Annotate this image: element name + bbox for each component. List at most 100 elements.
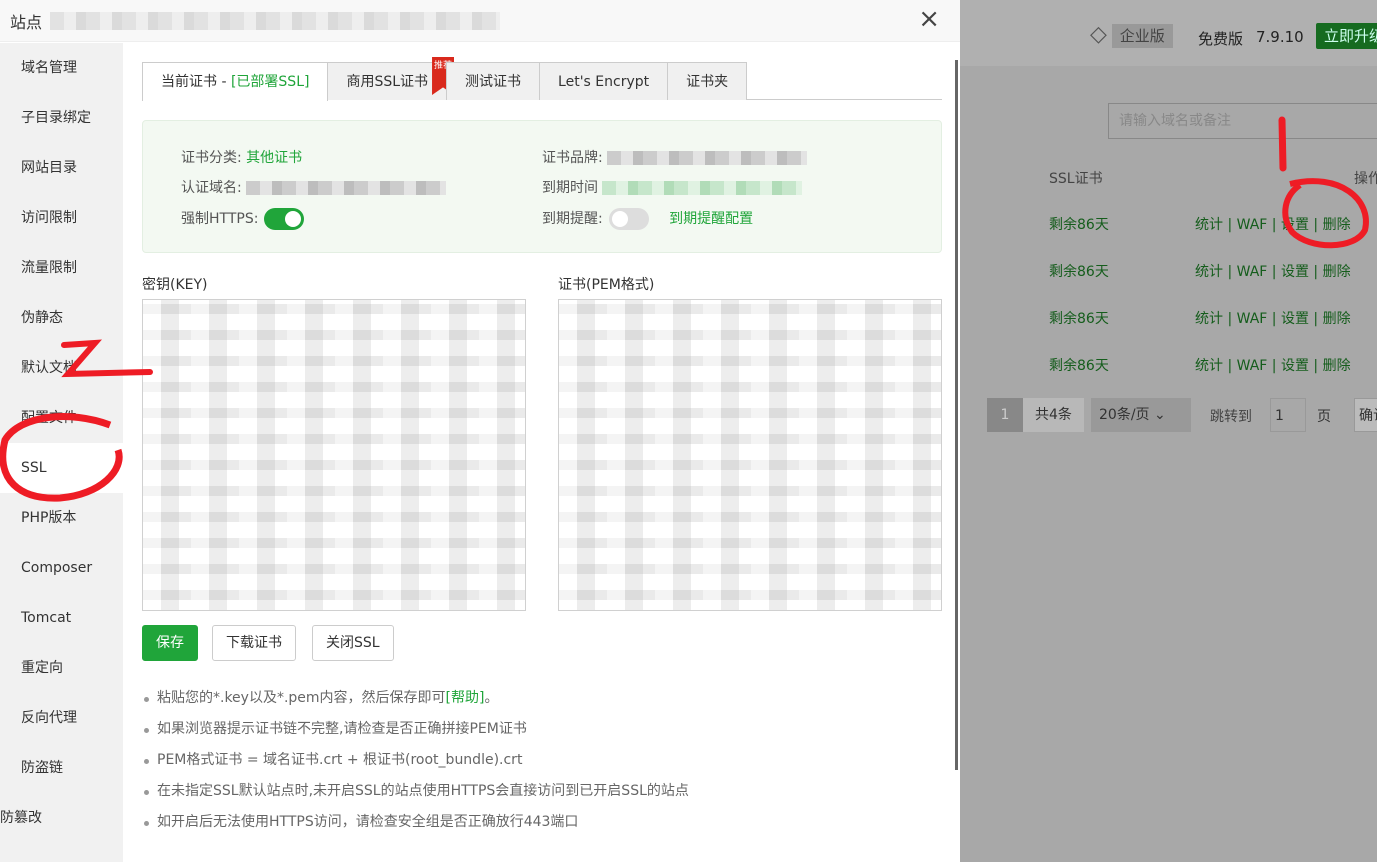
sidebar-item[interactable]: 流量限制 bbox=[0, 243, 123, 293]
tab-commercial-ssl[interactable]: 商用SSL证书 推荐 bbox=[327, 57, 455, 100]
settings-link[interactable]: 设置 bbox=[1281, 264, 1309, 280]
jump-label: 跳转到 bbox=[1210, 409, 1252, 425]
page-size-value: 20条/页 bbox=[1099, 407, 1150, 423]
save-button[interactable]: 保存 bbox=[142, 625, 198, 661]
expire-remind-toggle[interactable] bbox=[608, 208, 649, 230]
sidebar-item[interactable]: SSL bbox=[0, 443, 123, 493]
sidebar-item[interactable]: 默认文档 bbox=[0, 343, 123, 393]
cert-label: 证书(PEM格式) bbox=[558, 277, 655, 293]
upgrade-button[interactable]: 立即升级 bbox=[1316, 23, 1377, 49]
category-label: 证书分类: bbox=[181, 150, 242, 166]
sidebar-item[interactable]: 配置文件 bbox=[0, 393, 123, 443]
domain-label: 认证域名: bbox=[181, 180, 242, 196]
tip-suffix: 。 bbox=[484, 690, 499, 706]
row-actions: 统计 | WAF | 设置 | 删除 bbox=[1195, 358, 1351, 374]
stats-link[interactable]: 统计 bbox=[1195, 217, 1223, 233]
sidebar-item[interactable]: Tomcat bbox=[0, 593, 123, 643]
delete-link[interactable]: 删除 bbox=[1323, 264, 1351, 280]
waf-link[interactable]: WAF bbox=[1237, 311, 1268, 327]
column-ssl: SSL证书 bbox=[1049, 171, 1103, 187]
tab-test-cert[interactable]: 测试证书 bbox=[446, 62, 541, 100]
remind-config-link[interactable]: 到期提醒配置 bbox=[669, 211, 753, 227]
row-actions: 统计 | WAF | 设置 | 删除 bbox=[1195, 264, 1351, 280]
close-ssl-button[interactable]: 关闭SSL bbox=[312, 625, 394, 661]
waf-link[interactable]: WAF bbox=[1237, 217, 1268, 233]
close-icon[interactable]: × bbox=[918, 4, 940, 34]
ssl-remaining: 剩余86天 bbox=[1049, 217, 1109, 233]
column-actions: 操作 bbox=[1354, 171, 1377, 187]
free-label: 免费版 bbox=[1198, 30, 1244, 48]
version: 7.9.10 bbox=[1256, 28, 1304, 46]
diamond-icon: ◇ bbox=[1090, 22, 1107, 47]
sidebar-item[interactable]: 网站目录 bbox=[0, 143, 123, 193]
jump-input[interactable]: 1 bbox=[1270, 398, 1306, 432]
scrollbar[interactable] bbox=[955, 60, 958, 770]
page-current[interactable]: 1 bbox=[987, 398, 1023, 432]
stats-link[interactable]: 统计 bbox=[1195, 264, 1223, 280]
settings-link[interactable]: 设置 bbox=[1281, 217, 1309, 233]
site-settings-modal: 站点 × 域名管理 子目录绑定 网站目录 访问限制 流量限制 伪静态 默认文档 配置文件 SSL… bbox=[0, 0, 960, 862]
stats-link[interactable]: 统计 bbox=[1195, 311, 1223, 327]
tip-item: 在未指定SSL默认站点时,未开启SSL的站点使用HTTPS会直接访问到已开启SS… bbox=[142, 776, 942, 807]
sidebar-item[interactable]: Composer bbox=[0, 543, 123, 593]
tab-label: 商用SSL证书 bbox=[346, 74, 429, 90]
delete-link[interactable]: 删除 bbox=[1323, 358, 1351, 374]
waf-link[interactable]: WAF bbox=[1237, 264, 1268, 280]
tip-item: PEM格式证书 = 域名证书.crt + 根证书(root_bundle).cr… bbox=[142, 745, 942, 776]
remind-label: 到期提醒: bbox=[542, 211, 603, 227]
tips-list: 粘贴您的*.key以及*.pem内容，然后保存即可[帮助]。 如果浏览器提示证书… bbox=[142, 683, 942, 838]
sidebar-item[interactable]: 域名管理 bbox=[0, 43, 123, 93]
cert-info-box: 证书分类: 其他证书 证书品牌: 认证域名: 到期时间 强制HTTPS: 到期提… bbox=[142, 120, 942, 253]
page-size-select[interactable]: 20条/页 ⌄ bbox=[1091, 398, 1191, 432]
ssl-tabs: 当前证书 - [已部署SSL] 商用SSL证书 推荐 测试证书 Let's Enc… bbox=[142, 57, 942, 101]
tip-item: 如开启后无法使用HTTPS访问，请检查安全组是否正确放行443端口 bbox=[142, 807, 942, 838]
sidebar-item[interactable]: 重定向 bbox=[0, 643, 123, 693]
key-label: 密钥(KEY) bbox=[142, 277, 208, 293]
table-row: 剩余86天 bbox=[1049, 355, 1109, 375]
settings-link[interactable]: 设置 bbox=[1281, 311, 1309, 327]
sidebar-item[interactable]: PHP版本 bbox=[0, 493, 123, 543]
sidebar-item[interactable]: 访问限制 bbox=[0, 193, 123, 243]
settings-link[interactable]: 设置 bbox=[1281, 358, 1309, 374]
tip-text: 粘贴您的*.key以及*.pem内容，然后保存即可 bbox=[157, 690, 446, 706]
sidebar-item[interactable]: 伪静态 bbox=[0, 293, 123, 343]
expire-label: 到期时间 bbox=[542, 180, 598, 196]
help-link[interactable]: [帮助] bbox=[446, 690, 485, 706]
category-value: 其他证书 bbox=[246, 150, 303, 166]
tab-cert-folder[interactable]: 证书夹 bbox=[667, 62, 748, 100]
background-site-list: ◇ 企业版 免费版 7.9.10 立即升级 请输入域名或备注 SSL证书 操作 … bbox=[960, 0, 1377, 862]
sidebar-item[interactable]: 防篡改 bbox=[0, 793, 123, 843]
redacted-domain bbox=[246, 181, 447, 195]
delete-link[interactable]: 删除 bbox=[1323, 217, 1351, 233]
stats-link[interactable]: 统计 bbox=[1195, 358, 1223, 374]
sidebar-item[interactable]: 子目录绑定 bbox=[0, 93, 123, 143]
ssl-remaining: 剩余86天 bbox=[1049, 264, 1109, 280]
page-unit: 页 bbox=[1317, 409, 1331, 425]
edition-badge: ◇ 企业版 bbox=[1090, 22, 1173, 48]
force-https-toggle[interactable] bbox=[264, 208, 305, 230]
tab-current-cert[interactable]: 当前证书 - [已部署SSL] bbox=[142, 62, 329, 101]
tab-lets-encrypt[interactable]: Let's Encrypt bbox=[539, 62, 669, 100]
total-count: 共4条 bbox=[1023, 398, 1084, 432]
delete-link[interactable]: 删除 bbox=[1323, 311, 1351, 327]
redacted-expire bbox=[602, 181, 803, 195]
tip-item: 粘贴您的*.key以及*.pem内容，然后保存即可[帮助]。 bbox=[142, 683, 942, 714]
waf-link[interactable]: WAF bbox=[1237, 358, 1268, 374]
sidebar-item[interactable]: 反向代理 bbox=[0, 693, 123, 743]
ssl-panel: 当前证书 - [已部署SSL] 商用SSL证书 推荐 测试证书 Let's Enc… bbox=[124, 43, 960, 862]
modal-header: 站点 × bbox=[0, 0, 960, 42]
download-cert-button[interactable]: 下载证书 bbox=[212, 625, 296, 661]
key-textarea[interactable] bbox=[142, 299, 526, 611]
modal-title: 站点 bbox=[10, 13, 43, 32]
force-https-label: 强制HTTPS: bbox=[181, 211, 259, 227]
confirm-button[interactable]: 确认 bbox=[1354, 398, 1377, 432]
modal-sidebar: 域名管理 子目录绑定 网站目录 访问限制 流量限制 伪静态 默认文档 配置文件 SSL PHP版本… bbox=[0, 43, 123, 862]
redacted-site-name bbox=[50, 12, 500, 30]
redacted-brand bbox=[607, 151, 808, 165]
cert-textarea[interactable] bbox=[558, 299, 942, 611]
search-input[interactable]: 请输入域名或备注 bbox=[1108, 103, 1377, 139]
sidebar-item[interactable]: 防盗链 bbox=[0, 743, 123, 793]
tab-label: 当前证书 - bbox=[161, 74, 231, 90]
chevron-down-icon: ⌄ bbox=[1153, 407, 1166, 423]
tip-item: 如果浏览器提示证书链不完整,请检查是否正确拼接PEM证书 bbox=[142, 714, 942, 745]
